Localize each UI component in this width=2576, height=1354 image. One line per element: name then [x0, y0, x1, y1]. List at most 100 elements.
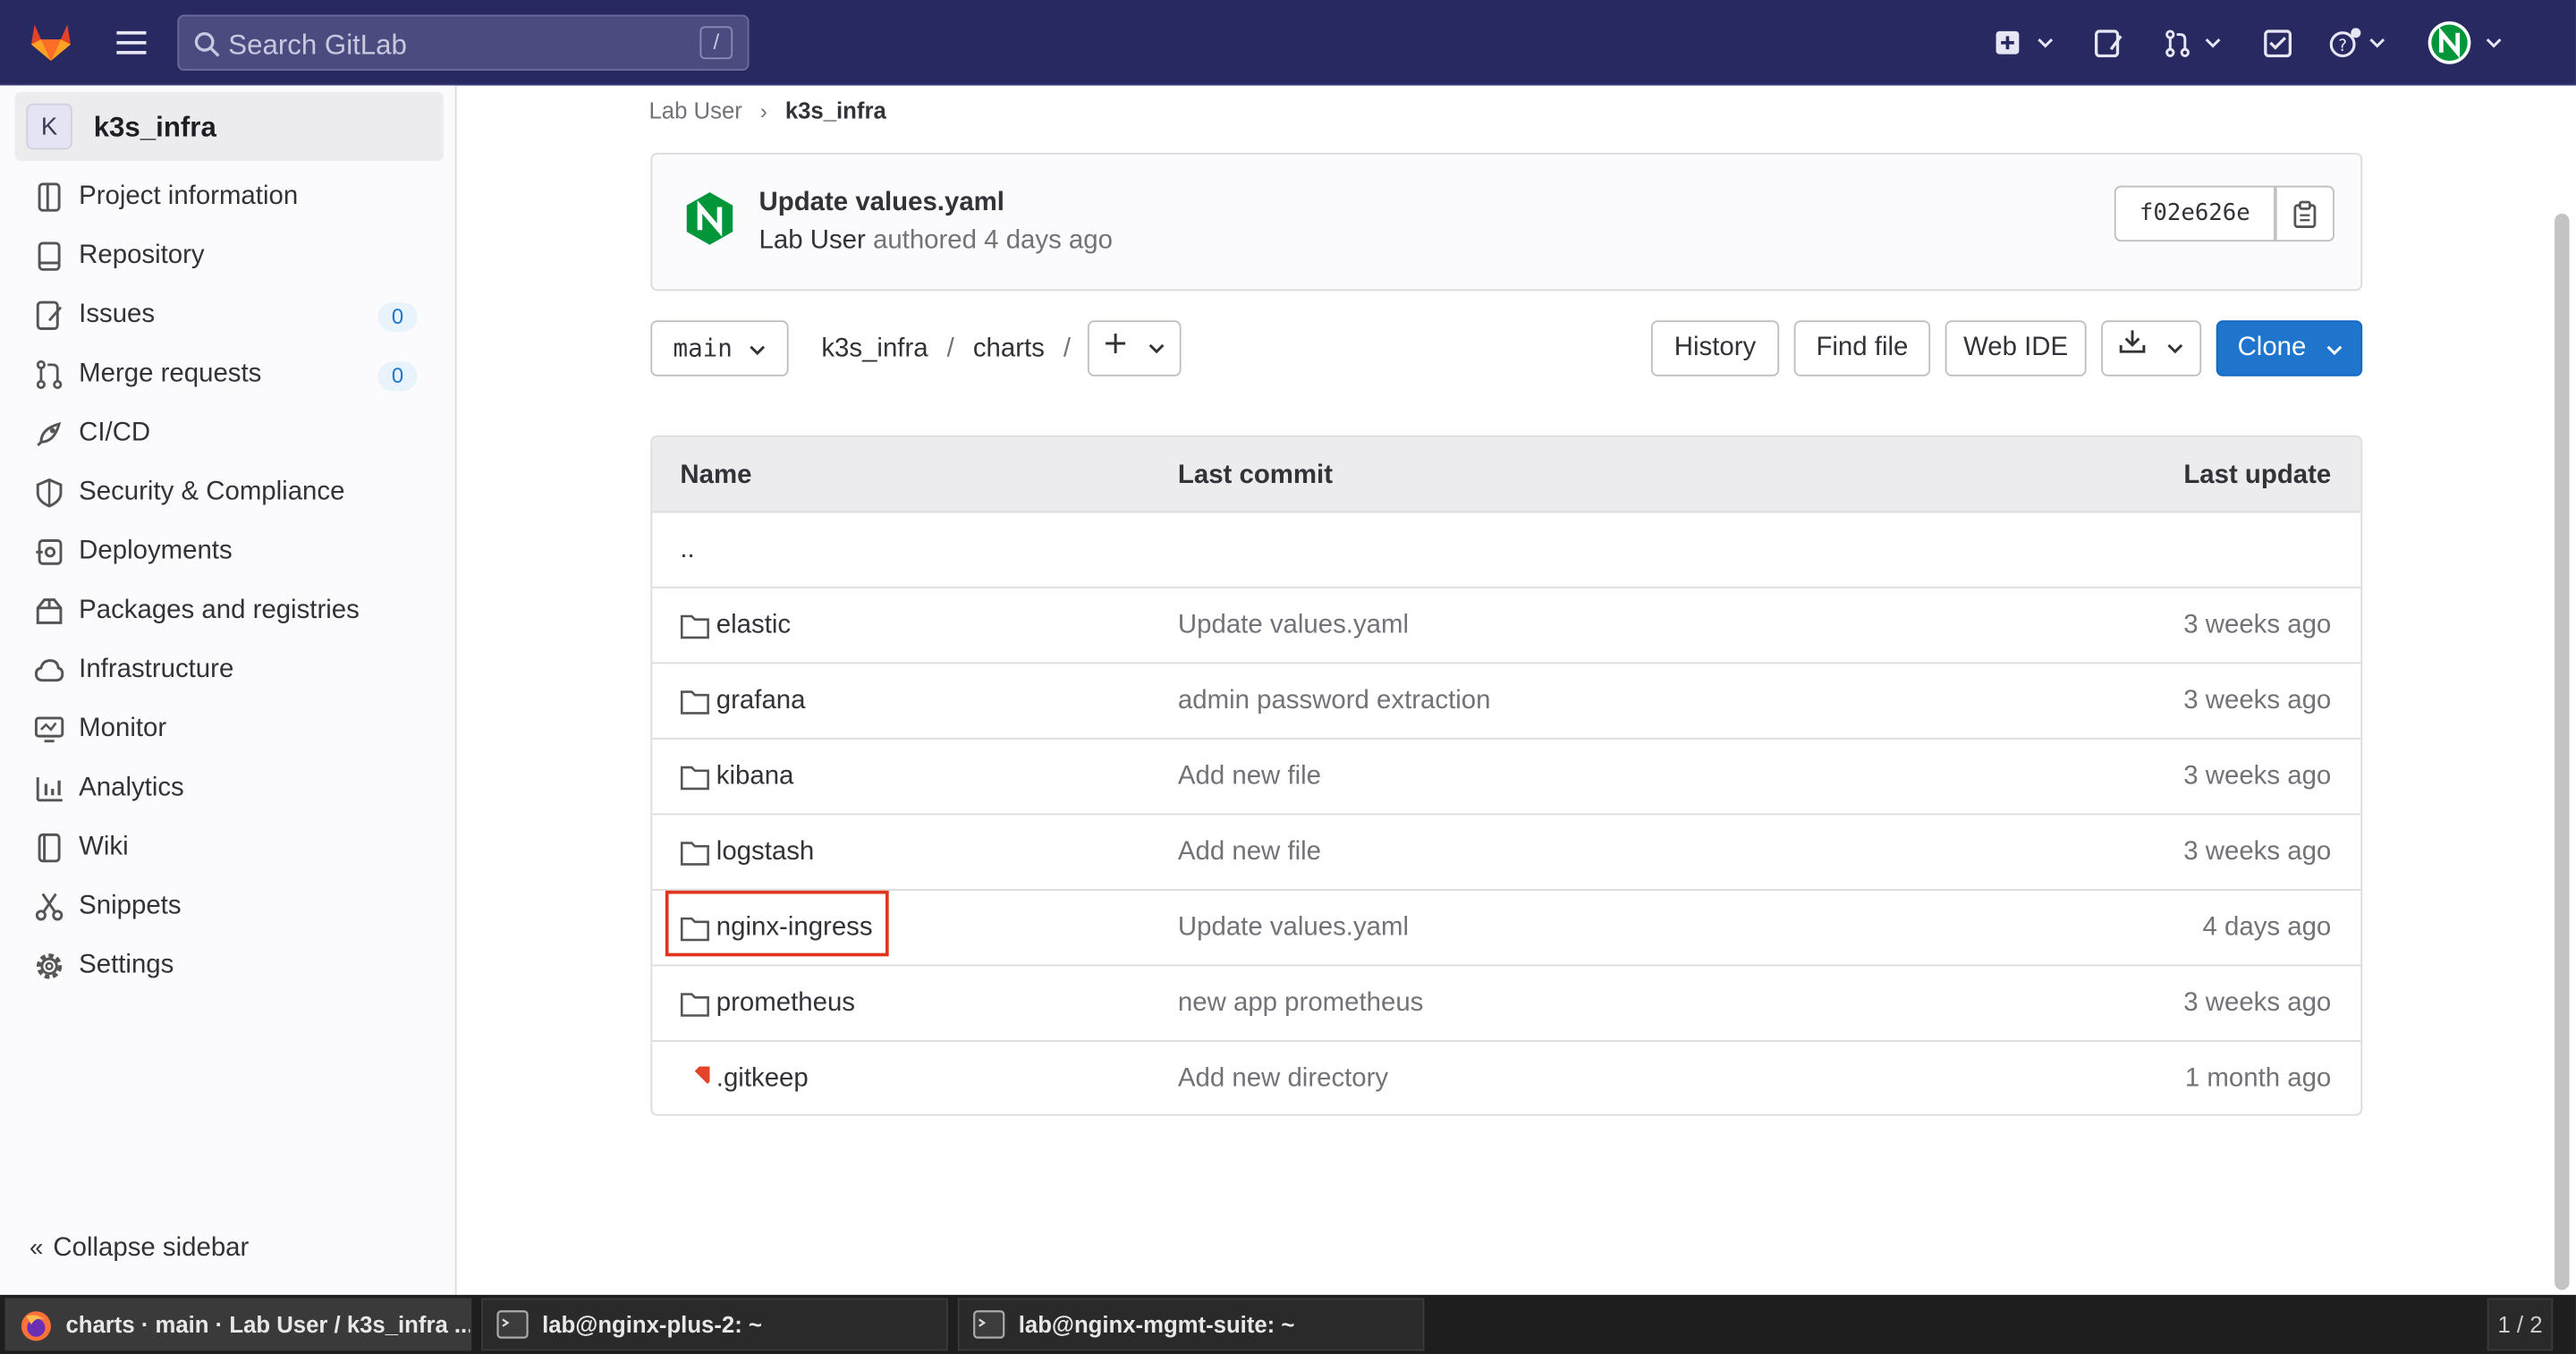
sidebar-item-analytics[interactable]: Analytics: [30, 764, 440, 813]
sidebar-project-header[interactable]: K k3s_infra: [14, 91, 444, 162]
repo-path-breadcrumb: k3s_infra / charts /: [821, 335, 1071, 365]
last-update-time: 4 days ago: [2202, 913, 2332, 942]
commit-message-link[interactable]: Update values.yaml: [1178, 612, 1409, 641]
copy-sha-button[interactable]: [2275, 185, 2334, 242]
sidebar-item-merge-requests[interactable]: Merge requests 0: [30, 350, 440, 399]
taskbar-terminal-window[interactable]: lab@nginx-plus-2: ~: [481, 1298, 948, 1351]
new-item-dropdown[interactable]: [1995, 26, 2054, 59]
commit-message-link[interactable]: new app prometheus: [1178, 989, 1423, 1019]
breadcrumb-parent-link[interactable]: Lab User: [648, 97, 741, 123]
search-input[interactable]: Search GitLab /: [177, 14, 750, 72]
taskbar-task-label: lab@nginx-mgmt-suite: ~: [1018, 1311, 1295, 1338]
sidebar-item-project-information[interactable]: Project information: [30, 173, 440, 222]
merge-requests-dropdown[interactable]: [2164, 26, 2221, 59]
svg-text:?: ?: [2338, 37, 2347, 55]
commit-message-link[interactable]: Add new directory: [1178, 1065, 1388, 1095]
commit-author-link[interactable]: Lab User: [759, 227, 866, 255]
clone-dropdown-button[interactable]: Clone: [2216, 320, 2363, 377]
chevron-down-icon: [2369, 38, 2385, 48]
sidebar-item-issues[interactable]: Issues 0: [30, 291, 440, 340]
branch-name: main: [673, 333, 733, 364]
last-update-time: 1 month ago: [2184, 1064, 2332, 1093]
collapse-sidebar-button[interactable]: « Collapse sidebar: [30, 1234, 249, 1264]
sidebar-item-ci-cd[interactable]: CI/CD: [30, 410, 440, 459]
page-scrollbar[interactable]: [2555, 213, 2570, 1291]
user-menu-dropdown[interactable]: [2427, 20, 2502, 65]
file-name-link[interactable]: kibana: [716, 763, 794, 792]
sidebar-item-repository[interactable]: Repository: [30, 232, 440, 281]
table-header: Name Last commit Last update: [652, 436, 2361, 513]
sidebar-item-label: Project information: [79, 182, 299, 211]
table-row[interactable]: nginx-ingress Update values.yaml 4 days …: [652, 891, 2361, 967]
commit-time: 4 days ago: [984, 226, 1113, 255]
commit-message-link[interactable]: Add new file: [1178, 763, 1321, 792]
breadcrumb-current-link[interactable]: k3s_infra: [785, 97, 886, 123]
sidebar-item-label: Snippets: [79, 892, 182, 920]
commit-authored-text: authored: [872, 226, 978, 255]
sidebar-item-label: Monitor: [79, 715, 167, 743]
table-row[interactable]: .gitkeep Add new directory 1 month ago: [652, 1042, 2360, 1114]
commit-title-link[interactable]: Update values.yaml: [759, 189, 1004, 218]
download-dropdown[interactable]: [2101, 320, 2202, 377]
chevron-right-icon: ›: [759, 98, 767, 123]
path-dir-link[interactable]: charts: [973, 335, 1045, 363]
parent-directory-row[interactable]: ..: [652, 512, 2361, 588]
commit-message-link[interactable]: admin password extraction: [1178, 687, 1491, 716]
path-root-link[interactable]: k3s_infra: [821, 335, 928, 363]
sidebar-item-wiki[interactable]: Wiki: [30, 824, 440, 873]
sidebar-item-label: Repository: [79, 241, 205, 270]
sidebar-item-monitor[interactable]: Monitor: [30, 705, 440, 754]
add-to-tree-dropdown[interactable]: [1087, 320, 1182, 377]
table-row[interactable]: elastic Update values.yaml 3 weeks ago: [652, 588, 2361, 664]
hamburger-menu-icon[interactable]: [115, 28, 148, 57]
file-name-link[interactable]: grafana: [716, 687, 806, 716]
collapse-sidebar-label: Collapse sidebar: [53, 1233, 250, 1263]
shield-icon: [36, 478, 63, 508]
branch-selector[interactable]: main: [650, 320, 789, 377]
find-file-button[interactable]: Find file: [1793, 320, 1931, 377]
sidebar-item-label: Wiki: [79, 833, 129, 861]
sidebar-item-label: Packages and registries: [79, 596, 360, 625]
commit-message-link[interactable]: Update values.yaml: [1178, 914, 1409, 944]
chevron-down-icon: [2486, 38, 2502, 48]
sidebar-item-snippets[interactable]: Snippets: [30, 883, 440, 932]
table-row[interactable]: grafana admin password extraction 3 week…: [652, 664, 2361, 740]
chevron-down-icon: [2205, 38, 2221, 48]
help-dropdown[interactable]: ?: [2329, 26, 2385, 59]
terminal-icon: [973, 1310, 1005, 1339]
commit-author-avatar[interactable]: [683, 190, 736, 246]
gear-icon: [36, 953, 63, 979]
parent-directory-link[interactable]: ..: [680, 536, 694, 565]
gitlab-logo-icon[interactable]: [28, 18, 73, 63]
todo-icon[interactable]: [2264, 30, 2292, 58]
sidebar-item-security-compliance[interactable]: Security & Compliance: [30, 469, 440, 518]
snippet-icon: [35, 893, 64, 921]
chevron-down-icon: [2326, 345, 2343, 356]
file-name-link[interactable]: elastic: [716, 612, 791, 641]
sidebar-item-packages-registries[interactable]: Packages and registries: [30, 587, 440, 636]
sidebar-item-settings[interactable]: Settings: [30, 942, 440, 991]
folder-icon: [680, 614, 709, 639]
taskbar-firefox-window[interactable]: charts · main · Lab User / k3s_infra ...: [4, 1298, 472, 1351]
workspace-switcher[interactable]: 1 / 2: [2487, 1298, 2554, 1351]
browser-page: Search GitLab / ? K k3s_infra Project in…: [0, 0, 2576, 1354]
table-row[interactable]: kibana Add new file 3 weeks ago: [652, 740, 2361, 816]
history-button[interactable]: History: [1650, 320, 1780, 377]
issues-icon[interactable]: [2094, 30, 2124, 58]
sidebar-item-infrastructure[interactable]: Infrastructure: [30, 646, 440, 695]
file-name-link[interactable]: .gitkeep: [716, 1065, 809, 1095]
chevron-down-icon: [750, 345, 766, 356]
chart-icon: [36, 777, 63, 802]
table-row[interactable]: prometheus new app prometheus 3 weeks ag…: [652, 966, 2361, 1042]
terminal-icon: [496, 1310, 529, 1339]
taskbar-terminal-window[interactable]: lab@nginx-mgmt-suite: ~: [957, 1298, 1425, 1351]
commit-sha-button[interactable]: f02e626e: [2114, 185, 2275, 242]
project-sidebar: K k3s_infra Project information Reposito…: [0, 85, 457, 1295]
chevron-down-icon: [2166, 343, 2182, 354]
file-name-link[interactable]: logstash: [716, 838, 814, 867]
web-ide-button[interactable]: Web IDE: [1945, 320, 2087, 377]
sidebar-item-deployments[interactable]: Deployments: [30, 528, 440, 577]
table-row[interactable]: logstash Add new file 3 weeks ago: [652, 815, 2361, 891]
file-name-link[interactable]: prometheus: [716, 989, 855, 1019]
commit-message-link[interactable]: Add new file: [1178, 838, 1321, 867]
